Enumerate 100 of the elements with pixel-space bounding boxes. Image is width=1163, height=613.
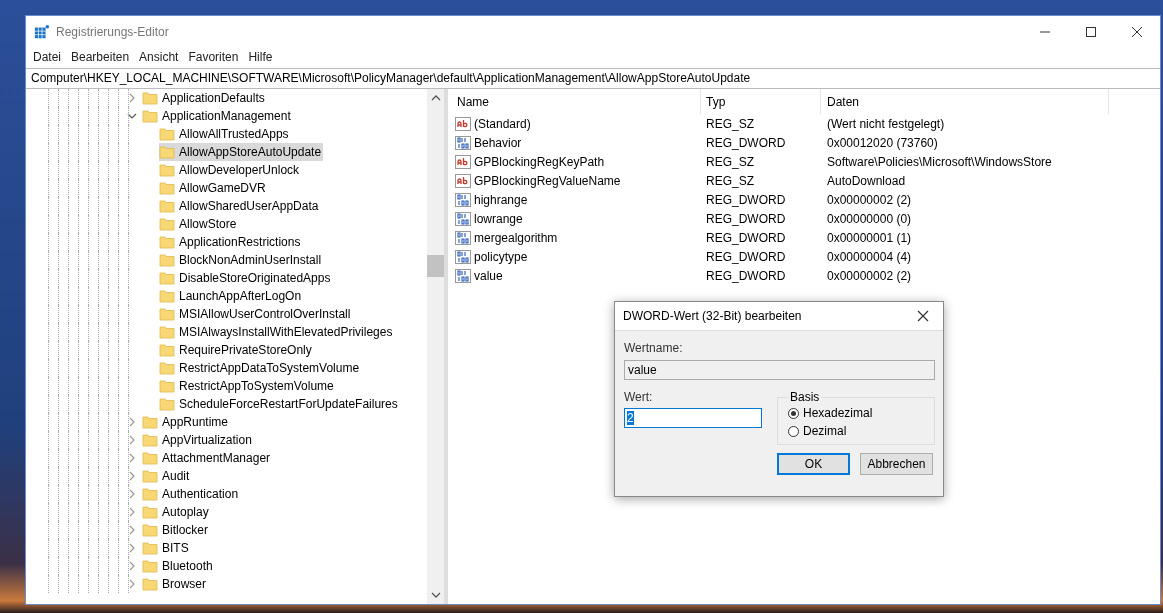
scroll-up-icon[interactable] <box>430 93 441 103</box>
chevron-right-icon[interactable] <box>127 489 137 499</box>
folder-icon <box>142 558 158 574</box>
tree-item[interactable]: AppRuntime <box>142 413 231 431</box>
menu-item[interactable]: Datei <box>28 49 66 64</box>
value-type: REG_SZ <box>705 173 755 188</box>
tree-item[interactable]: MSIAlwaysInstallWithElevatedPrivileges <box>159 323 395 341</box>
radio-option[interactable]: Hexadezimal <box>788 406 924 420</box>
scroll-down-icon[interactable] <box>430 590 441 600</box>
value-data: AutoDownload <box>826 173 907 188</box>
tree-item[interactable]: Browser <box>142 575 208 593</box>
menu-item[interactable]: Bearbeiten <box>66 49 135 64</box>
tree-item[interactable]: ApplicationRestrictions <box>159 233 303 251</box>
chevron-right-icon[interactable] <box>127 453 137 463</box>
chevron-down-icon[interactable] <box>127 111 137 121</box>
string-value-icon <box>455 115 471 132</box>
tree-item[interactable]: AllowAppStoreAutoUpdate <box>159 143 324 161</box>
folder-icon <box>159 342 175 358</box>
tree-item[interactable]: ApplicationDefaults <box>142 89 267 107</box>
tree-item[interactable]: ScheduleForceRestartForUpdateFailures <box>159 395 400 413</box>
tree-item[interactable]: RequirePrivateStoreOnly <box>159 341 314 359</box>
value-type: REG_DWORD <box>705 211 787 226</box>
tree-item[interactable]: Audit <box>142 467 192 485</box>
dialog-title: DWORD-Wert (32-Bit) bearbeiten <box>623 309 802 323</box>
chevron-right-icon[interactable] <box>127 561 137 571</box>
value-name: GPBlockingRegKeyPath <box>474 154 605 169</box>
tree-item[interactable]: LaunchAppAfterLogOn <box>159 287 304 305</box>
folder-icon <box>142 432 158 448</box>
binary-value-icon <box>455 210 471 227</box>
value-type: REG_SZ <box>705 154 755 169</box>
value-type: REG_SZ <box>705 116 755 131</box>
folder-icon <box>159 270 175 286</box>
tree-item[interactable]: AppVirtualization <box>142 431 254 449</box>
tree-item[interactable]: Bluetooth <box>142 557 215 575</box>
value-data: 0x00000004 (4) <box>826 249 913 264</box>
tree-item[interactable]: AllowAllTrustedApps <box>159 125 291 143</box>
value-name: (Standard) <box>474 116 531 131</box>
value-data: Software\Policies\Microsoft\WindowsStore <box>826 154 1053 169</box>
tree-item[interactable]: RestrictAppDataToSystemVolume <box>159 359 362 377</box>
tree-item[interactable]: Autoplay <box>142 503 211 521</box>
chevron-right-icon[interactable] <box>127 417 137 427</box>
menu-item[interactable]: Hilfe <box>243 49 278 64</box>
value-type: REG_DWORD <box>705 135 787 150</box>
tree-item[interactable]: RestrictAppToSystemVolume <box>159 377 336 395</box>
value-type: REG_DWORD <box>705 249 787 264</box>
binary-value-icon <box>455 134 471 151</box>
chevron-right-icon[interactable] <box>127 543 137 553</box>
close-icon[interactable] <box>1132 26 1142 37</box>
value-data: 0x00012020 (73760) <box>826 135 939 150</box>
chevron-right-icon[interactable] <box>127 525 137 535</box>
tree-item[interactable]: ApplicationManagement <box>142 107 293 125</box>
value-data: 0x00000002 (2) <box>826 192 913 207</box>
chevron-right-icon[interactable] <box>127 435 137 445</box>
tree-item[interactable]: Authentication <box>142 485 241 503</box>
tree-item[interactable]: Bitlocker <box>142 521 210 539</box>
folder-icon <box>159 324 175 340</box>
tree-item[interactable]: DisableStoreOriginatedApps <box>159 269 333 287</box>
field-label: Wert: <box>624 390 654 404</box>
chevron-right-icon[interactable] <box>127 507 137 517</box>
binary-value-icon <box>455 229 471 246</box>
tree-item[interactable]: AllowSharedUserAppData <box>159 197 321 215</box>
close-icon[interactable] <box>917 310 929 322</box>
folder-icon <box>142 90 158 106</box>
folder-icon <box>159 216 175 232</box>
folder-icon <box>142 522 158 538</box>
chevron-right-icon[interactable] <box>127 93 137 103</box>
value-data: 0x00000001 (1) <box>826 230 913 245</box>
tree-item[interactable]: BlockNonAdminUserInstall <box>159 251 324 269</box>
value-name: value <box>474 268 503 283</box>
scrollbar[interactable] <box>427 89 444 604</box>
folder-icon <box>159 234 175 250</box>
value-name: lowrange <box>474 211 523 226</box>
tree-item[interactable]: BITS <box>142 539 191 557</box>
menu-item[interactable]: Ansicht <box>134 49 184 64</box>
value-input[interactable]: 2 <box>624 408 762 428</box>
folder-icon <box>159 288 175 304</box>
folder-icon <box>142 450 158 466</box>
chevron-right-icon[interactable] <box>127 471 137 481</box>
value-name: Behavior <box>474 135 522 150</box>
folder-icon <box>142 504 158 520</box>
radio-option[interactable]: Dezimal <box>788 424 924 438</box>
tree-item[interactable]: AttachmentManager <box>142 449 273 467</box>
folder-icon <box>142 108 158 124</box>
scroll-thumb[interactable] <box>427 255 444 277</box>
address-field[interactable]: Computer\HKEY_LOCAL_MACHINE\SOFTWARE\Microsoft\PolicyManager\default\ApplicationManagement\AllowAppStoreAutoUpdate <box>26 68 1160 89</box>
maximize-icon[interactable] <box>1086 26 1096 37</box>
tree-item[interactable]: AllowStore <box>159 215 239 233</box>
menu-item[interactable]: Favoriten <box>183 49 244 64</box>
tree-item[interactable]: AllowGameDVR <box>159 179 268 197</box>
dialog-button[interactable]: OK <box>777 453 850 475</box>
value-name-field[interactable]: value <box>624 360 935 380</box>
folder-icon <box>159 180 175 196</box>
folder-icon <box>142 414 158 430</box>
folder-icon <box>142 486 158 502</box>
folder-icon <box>159 378 175 394</box>
dialog-button[interactable]: Abbrechen <box>860 453 933 475</box>
chevron-right-icon[interactable] <box>127 579 137 589</box>
tree-item[interactable]: AllowDeveloperUnlock <box>159 161 302 179</box>
value-type: REG_DWORD <box>705 192 787 207</box>
tree-item[interactable]: MSIAllowUserControlOverInstall <box>159 305 353 323</box>
